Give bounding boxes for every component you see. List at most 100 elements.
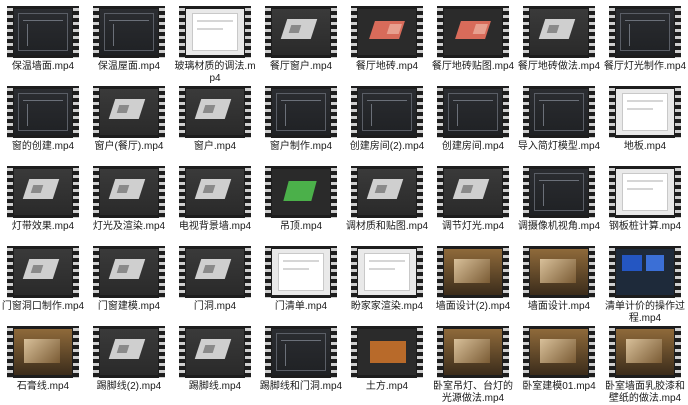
file-item[interactable]: 调材质和贴图.mp4 <box>344 166 430 233</box>
file-name-label: 灯带效果.mp4 <box>11 221 75 232</box>
film-strip-icon <box>417 86 423 138</box>
file-item[interactable]: 门窗建模.mp4 <box>86 246 172 313</box>
file-item[interactable]: 餐厅地砖做法.mp4 <box>516 6 602 73</box>
film-strip-icon <box>7 246 13 298</box>
video-frame-preview <box>14 249 72 295</box>
file-item[interactable]: 地板.mp4 <box>602 86 688 153</box>
frame-content <box>362 93 412 131</box>
film-strip-icon <box>265 326 271 378</box>
file-item[interactable]: 门清单.mp4 <box>258 246 344 313</box>
frame-content <box>276 93 326 131</box>
video-frame-preview <box>358 9 416 55</box>
video-frame-preview <box>14 329 72 375</box>
video-thumbnail <box>93 86 165 138</box>
file-item[interactable]: 窗户(餐厅).mp4 <box>86 86 172 153</box>
file-item[interactable]: 灯带效果.mp4 <box>0 166 86 233</box>
file-item[interactable]: 创建房间(2).mp4 <box>344 86 430 153</box>
film-strip-icon <box>245 86 251 138</box>
video-frame-preview <box>616 249 674 295</box>
film-strip-icon <box>523 246 529 298</box>
file-name-label: 灯光及渲染.mp4 <box>92 221 166 232</box>
file-item[interactable]: 窗户.mp4 <box>172 86 258 153</box>
file-item[interactable]: 石膏线.mp4 <box>0 326 86 393</box>
file-name-label: 卧室吊灯、台灯的光源做法.mp4 <box>433 381 513 404</box>
video-thumbnail <box>437 326 509 378</box>
video-thumbnail <box>351 166 423 218</box>
file-name-label: 餐厅地砖做法.mp4 <box>517 61 601 72</box>
video-thumbnail <box>7 326 79 378</box>
file-item[interactable]: 餐厅窗户.mp4 <box>258 6 344 73</box>
film-strip-icon <box>93 246 99 298</box>
film-strip-icon <box>523 326 529 378</box>
film-strip-icon <box>245 326 251 378</box>
file-name-label: 导入简灯模型.mp4 <box>517 141 601 152</box>
video-thumbnail <box>351 6 423 58</box>
file-item[interactable]: 盼家家渲染.mp4 <box>344 246 430 313</box>
film-strip-icon <box>523 166 529 218</box>
file-name-label: 窗户.mp4 <box>193 141 237 152</box>
film-strip-icon <box>7 86 13 138</box>
film-strip-icon <box>675 166 681 218</box>
film-strip-icon <box>93 6 99 58</box>
film-strip-icon <box>179 6 185 58</box>
video-frame-preview <box>530 329 588 375</box>
file-item[interactable]: 窗户制作.mp4 <box>258 86 344 153</box>
frame-content <box>194 259 232 279</box>
file-item[interactable]: 踢脚线.mp4 <box>172 326 258 393</box>
file-item[interactable]: 电视背景墙.mp4 <box>172 166 258 233</box>
video-thumbnail <box>7 166 79 218</box>
file-item[interactable]: 钢板桩计算.mp4 <box>602 166 688 233</box>
frame-content <box>18 13 68 51</box>
file-item[interactable]: 餐厅灯光制作.mp4 <box>602 6 688 73</box>
film-strip-icon <box>265 86 271 138</box>
video-thumbnail <box>93 326 165 378</box>
video-frame-preview <box>530 89 588 135</box>
file-item[interactable]: 卧室墙面乳胶漆和壁纸的做法.mp4 <box>602 326 688 405</box>
file-item[interactable]: 卧室建模01.mp4 <box>516 326 602 393</box>
film-strip-icon <box>437 246 443 298</box>
film-strip-icon <box>7 326 13 378</box>
film-strip-icon <box>437 166 443 218</box>
film-strip-icon <box>179 166 185 218</box>
file-name-label: 调材质和贴图.mp4 <box>345 221 429 232</box>
file-item[interactable]: 卧室吊灯、台灯的光源做法.mp4 <box>430 326 516 405</box>
frame-content <box>283 181 317 201</box>
file-item[interactable]: 墙面设计.mp4 <box>516 246 602 313</box>
file-item[interactable]: 窗的创建.mp4 <box>0 86 86 153</box>
file-item[interactable]: 调摄像机视角.mp4 <box>516 166 602 233</box>
video-thumbnail <box>523 86 595 138</box>
file-item[interactable]: 调节灯光.mp4 <box>430 166 516 233</box>
film-strip-icon <box>245 246 251 298</box>
file-name-label: 石膏线.mp4 <box>16 381 70 392</box>
frame-content <box>364 253 410 291</box>
file-item[interactable]: 灯光及渲染.mp4 <box>86 166 172 233</box>
video-thumbnail <box>265 246 337 298</box>
file-item[interactable]: 门窗洞口制作.mp4 <box>0 246 86 313</box>
file-item[interactable]: 餐厅地砖贴图.mp4 <box>430 6 516 73</box>
file-item[interactable]: 踢脚线和门洞.mp4 <box>258 326 344 393</box>
file-item[interactable]: 门洞.mp4 <box>172 246 258 313</box>
file-item[interactable]: 导入简灯模型.mp4 <box>516 86 602 153</box>
video-thumbnail <box>437 246 509 298</box>
file-name-label: 电视背景墙.mp4 <box>178 221 252 232</box>
frame-content <box>108 259 146 279</box>
frame-content <box>626 339 662 363</box>
video-thumbnail <box>93 166 165 218</box>
file-item[interactable]: 土方.mp4 <box>344 326 430 393</box>
file-item[interactable]: 保温屋面.mp4 <box>86 6 172 73</box>
video-thumbnail <box>265 166 337 218</box>
video-frame-preview <box>530 9 588 55</box>
file-item[interactable]: 吊顶.mp4 <box>258 166 344 233</box>
file-item[interactable]: 创建房间.mp4 <box>430 86 516 153</box>
file-item[interactable]: 墙面设计(2).mp4 <box>430 246 516 313</box>
frame-content <box>278 253 324 291</box>
file-item[interactable]: 踢脚线(2).mp4 <box>86 326 172 393</box>
file-item[interactable]: 玻璃材质的调法.mp4 <box>172 6 258 85</box>
file-item[interactable]: 清单计价的操作过程.mp4 <box>602 246 688 325</box>
file-name-label: 玻璃材质的调法.mp4 <box>174 61 256 84</box>
film-strip-icon <box>93 86 99 138</box>
file-item[interactable]: 保温墙面.mp4 <box>0 6 86 73</box>
video-frame-preview <box>616 329 674 375</box>
file-item[interactable]: 餐厅地砖.mp4 <box>344 6 430 73</box>
film-strip-icon <box>675 6 681 58</box>
